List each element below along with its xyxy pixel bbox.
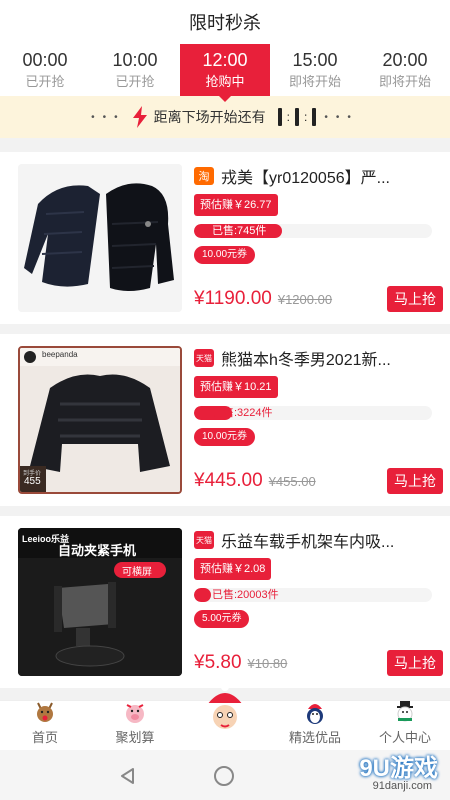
- sold-count: 已售:3224件: [212, 407, 273, 419]
- buy-now-button[interactable]: 马上抢: [387, 468, 443, 494]
- sale-price: ¥445.00: [194, 470, 263, 491]
- coupon-badge[interactable]: 10.00元券: [194, 428, 256, 446]
- product-list: 淘 戎美【yr0120056】严... 预估赚￥26.77 已售:745件 10…: [0, 152, 450, 698]
- pig-icon: [126, 704, 144, 723]
- original-price: ¥455.00: [268, 473, 316, 489]
- product-name[interactable]: 戎美【yr0120056】严...: [221, 164, 443, 188]
- product-image[interactable]: [18, 164, 182, 312]
- sold-progress: 已售:3224件: [194, 406, 432, 420]
- product-info: 天猫 熊猫本h冬季男2021新... 预估赚￥10.21 已售:3224件 10…: [194, 346, 443, 494]
- product-info: 天猫 乐益车载手机架车内吸... 预估赚￥2.08 已售:20003件 5.00…: [194, 528, 443, 676]
- countdown-label: 距离下场开始还有: [153, 109, 266, 125]
- time-tab-time: 15:00: [292, 50, 338, 70]
- time-tabs: 00:00 已开抢 10:00 已开抢 12:00 抢购中 15:00 即将开始…: [0, 44, 450, 102]
- estimated-earn-badge: 预估赚￥26.77: [194, 194, 278, 216]
- snowman-icon: [397, 701, 413, 722]
- countdown-timer: ::: [276, 108, 319, 126]
- thumb-tag: 可横屏: [122, 567, 152, 578]
- product-card[interactable]: 淘 戎美【yr0120056】严... 预估赚￥26.77 已售:745件 10…: [0, 152, 450, 324]
- bottom-nav: 首页 聚划算 精选优品 个人中心: [0, 683, 450, 750]
- product-image[interactable]: beepanda 到手价 455: [18, 346, 182, 494]
- time-tab-status: 已开抢: [115, 74, 155, 89]
- page-title: 限时秒杀: [0, 0, 450, 44]
- product-title-row: 淘 戎美【yr0120056】严...: [194, 164, 443, 188]
- price-row: ¥445.00 ¥455.00 马上抢: [194, 468, 443, 494]
- santa-icon: [205, 683, 245, 734]
- product-image[interactable]: Leeioo乐益 自动夹紧手机 可横屏: [18, 528, 182, 676]
- nav-label: 首页: [31, 730, 58, 745]
- time-tab-time: 12:00: [202, 50, 248, 70]
- nav-selected-goods[interactable]: 精选优品: [270, 701, 360, 750]
- buy-now-button[interactable]: 马上抢: [387, 286, 443, 312]
- nav-label: 聚划算: [115, 730, 155, 745]
- sale-price: ¥1190.00: [194, 288, 272, 309]
- product-card[interactable]: beepanda 到手价 455 天猫 熊猫本h冬季男2021新... 预估赚￥…: [0, 334, 450, 506]
- product-info: 淘 戎美【yr0120056】严... 预估赚￥26.77 已售:745件 10…: [194, 164, 443, 312]
- tmall-icon: 天猫: [194, 531, 214, 549]
- nav-label: 个人中心: [378, 730, 431, 745]
- nav-profile[interactable]: 个人中心: [360, 701, 450, 750]
- time-tab-time: 10:00: [112, 50, 158, 70]
- buy-now-button[interactable]: 马上抢: [387, 650, 443, 676]
- sold-count: 已售:20003件: [212, 589, 279, 601]
- nav-label: 精选优品: [288, 730, 341, 745]
- time-tab-1000[interactable]: 10:00 已开抢: [90, 44, 180, 96]
- product-title-row: 天猫 熊猫本h冬季男2021新...: [194, 346, 443, 370]
- sold-count: 已售:745件: [212, 225, 267, 237]
- time-tab-2000[interactable]: 20:00 即将开始: [360, 44, 450, 96]
- time-tab-0000[interactable]: 00:00 已开抢: [0, 44, 90, 96]
- countdown-banner: ••• 距离下场开始还有 :: •••: [0, 96, 450, 138]
- product-title-row: 天猫 乐益车载手机架车内吸...: [194, 528, 443, 552]
- time-tab-status: 已开抢: [25, 74, 65, 89]
- reindeer-icon: [37, 702, 53, 722]
- sold-progress: 已售:745件: [194, 224, 432, 238]
- time-tab-status: 即将开始: [288, 74, 341, 89]
- tmall-icon: 天猫: [194, 349, 214, 367]
- sold-progress: 已售:20003件: [194, 588, 432, 602]
- puffer-jacket-image: [20, 348, 180, 492]
- time-tab-status: 抢购中: [205, 74, 245, 89]
- sale-price: ¥5.80: [194, 652, 242, 673]
- site-watermark: 9U游戏 91danji.com: [313, 748, 438, 798]
- thumb-brand: beepanda: [42, 350, 78, 359]
- watermark-logo: 9U游戏: [359, 755, 438, 782]
- estimated-earn-badge: 预估赚￥2.08: [194, 558, 272, 580]
- jacket-image: [18, 164, 182, 312]
- product-card[interactable]: Leeioo乐益 自动夹紧手机 可横屏 天猫 乐益车载手机架车内吸... 预估赚…: [0, 516, 450, 688]
- original-price: ¥10.80: [247, 655, 288, 671]
- nav-juhuasuan[interactable]: 聚划算: [90, 701, 180, 750]
- penguin-icon: [307, 704, 323, 724]
- back-icon[interactable]: [118, 766, 138, 786]
- estimated-earn-badge: 预估赚￥10.21: [194, 376, 278, 398]
- decor-dots-right: •••: [324, 111, 359, 123]
- product-name[interactable]: 乐益车载手机架车内吸...: [221, 528, 443, 552]
- sold-progress-fill: [194, 588, 211, 602]
- coupon-badge[interactable]: 5.00元券: [194, 610, 250, 628]
- time-tab-1500[interactable]: 15:00 即将开始: [270, 44, 360, 96]
- product-name[interactable]: 熊猫本h冬季男2021新...: [221, 346, 443, 370]
- time-tab-status: 即将开始: [378, 74, 431, 89]
- time-tab-time: 00:00: [22, 50, 68, 70]
- price-row: ¥5.80 ¥10.80 马上抢: [194, 650, 443, 676]
- nav-center[interactable]: [180, 683, 270, 750]
- home-circle-icon[interactable]: [214, 766, 234, 786]
- coupon-badge[interactable]: 10.00元券: [194, 246, 256, 264]
- decor-dots-left: •••: [91, 111, 126, 123]
- time-tab-time: 20:00: [382, 50, 428, 70]
- nav-home[interactable]: 首页: [0, 701, 90, 750]
- time-tab-1200-active[interactable]: 12:00 抢购中: [180, 44, 270, 102]
- taobao-icon: 淘: [194, 167, 214, 185]
- original-price: ¥1200.00: [277, 291, 333, 307]
- thumb-price: 455: [24, 476, 41, 487]
- lightning-icon: [132, 106, 147, 128]
- watermark-domain: 91danji.com: [372, 780, 432, 792]
- flash-sale-page: 限时秒杀 00:00 已开抢 10:00 已开抢 12:00 抢购中 15:00…: [0, 0, 450, 800]
- thumb-headline: 自动夹紧手机: [58, 543, 137, 558]
- price-row: ¥1190.00 ¥1200.00 马上抢: [194, 286, 443, 312]
